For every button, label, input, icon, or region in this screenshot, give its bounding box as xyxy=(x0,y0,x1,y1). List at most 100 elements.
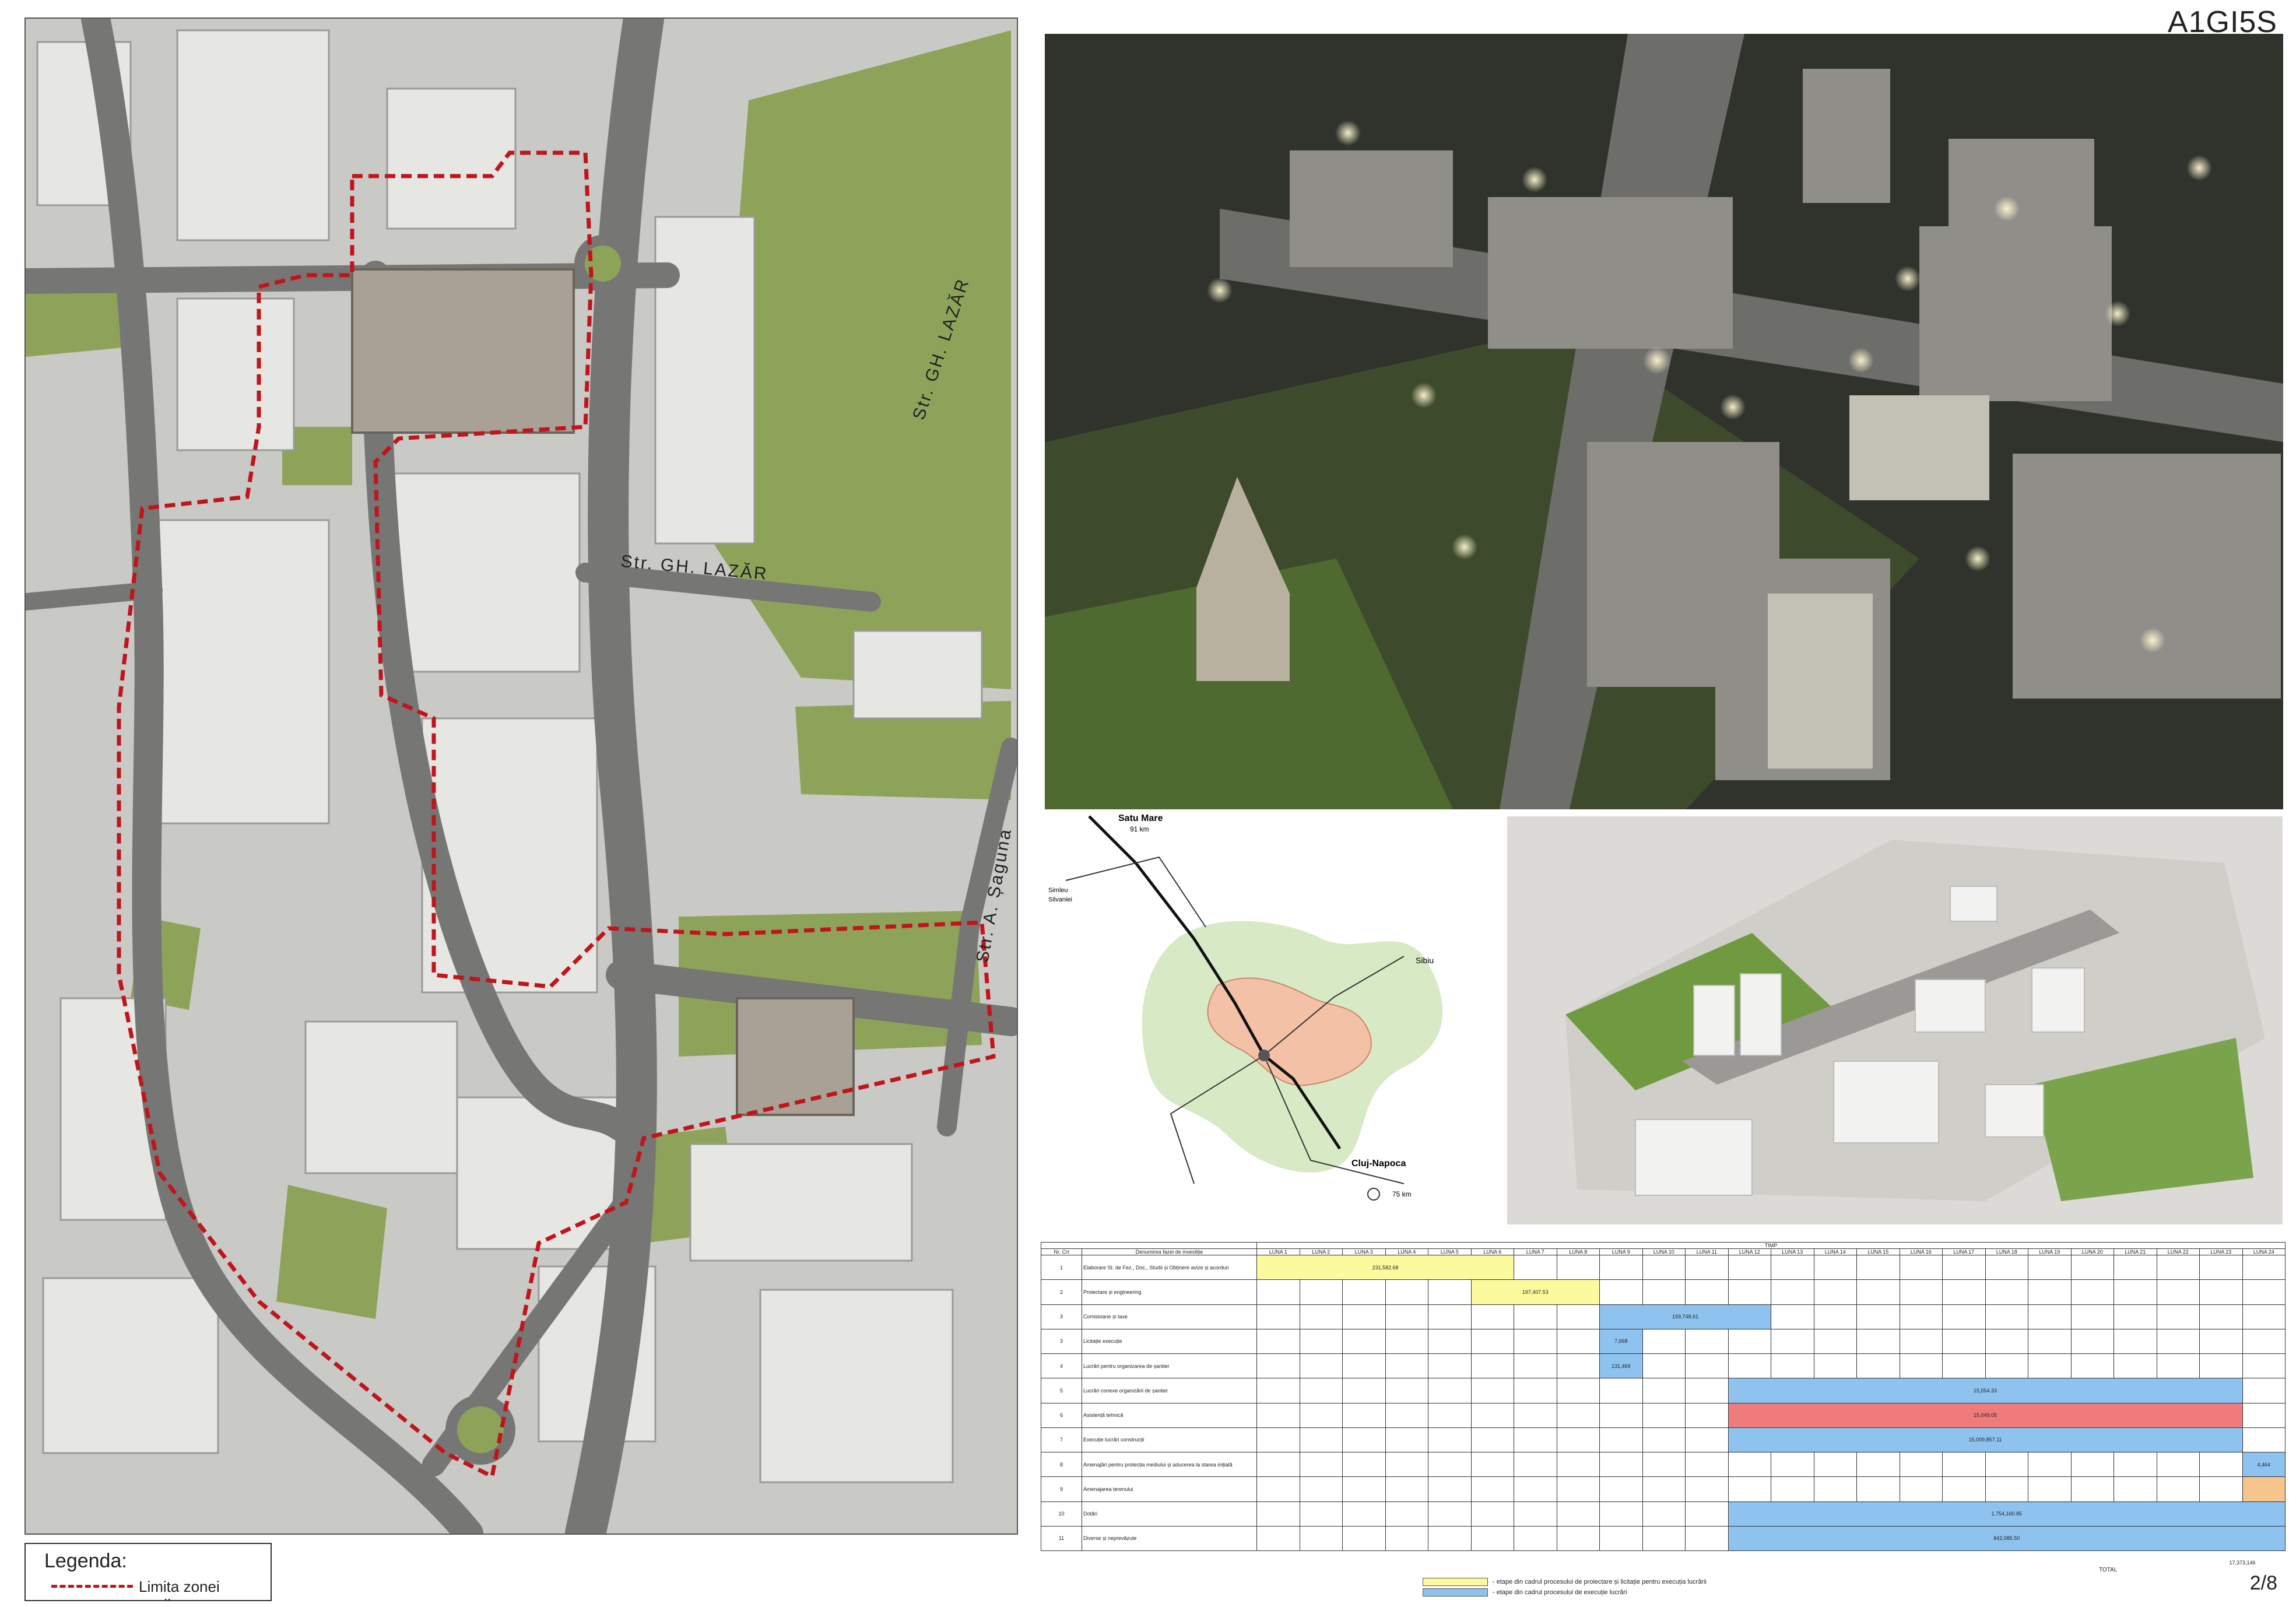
gantt-month-22: LUNA 22 xyxy=(2156,1248,2200,1255)
gantt-cell xyxy=(1899,1353,1943,1379)
gantt-cell xyxy=(1299,1279,1343,1305)
gantt-cell xyxy=(1299,1353,1343,1379)
gantt-cell xyxy=(1942,1353,1986,1379)
gantt-cell xyxy=(1642,1353,1686,1379)
gantt-cell xyxy=(1728,1328,1771,1355)
gantt-month-24: LUNA 24 xyxy=(2242,1248,2286,1255)
gantt-cell xyxy=(1642,1427,1686,1453)
gantt-cell xyxy=(2242,1378,2286,1404)
gantt-cell xyxy=(2114,1328,2157,1355)
gantt-cell xyxy=(1985,1328,2028,1355)
gantt-cell xyxy=(1685,1328,1729,1355)
gantt-cell xyxy=(1470,1402,1514,1428)
night-aerial-render xyxy=(1045,34,2283,809)
gantt-cell xyxy=(1556,1353,1600,1379)
gantt-cell xyxy=(1856,1328,1900,1355)
gantt-cell xyxy=(1514,1525,1557,1552)
gantt-cell xyxy=(1728,1353,1771,1379)
gantt-cell xyxy=(1299,1378,1343,1404)
gantt-cell xyxy=(2242,1402,2286,1428)
gantt-cell xyxy=(1856,1353,1900,1379)
gantt-cell xyxy=(1342,1525,1386,1552)
gantt-row: 10 Dotări 1,754,160.85 xyxy=(1041,1501,2286,1527)
site-plan: Str. GH. LAZĂR Str. GH. LAZĂR Str. A. Șa… xyxy=(24,17,1018,1535)
gantt-cell xyxy=(1771,1451,1814,1478)
gantt-month-5: LUNA 5 xyxy=(1428,1248,1472,1255)
gantt-total-value: 17,373,146 xyxy=(2229,1560,2256,1566)
inset-label-sibiu: Sibiu xyxy=(1416,956,1434,965)
gantt-month-1: LUNA 1 xyxy=(1256,1248,1300,1255)
gantt-cell xyxy=(1813,1304,1857,1329)
gantt-cell xyxy=(1385,1353,1428,1379)
regional-inset-map: Satu Mare 91 km Sibiu Cluj-Napoca 75 km … xyxy=(1042,810,1486,1224)
gantt-row: 3 Comisioane și taxe 159,748.61 xyxy=(1041,1304,2286,1329)
gantt-month-17: LUNA 17 xyxy=(1942,1248,1986,1255)
gantt-cell xyxy=(1556,1254,1600,1280)
roundabout xyxy=(445,1395,515,1465)
gantt-cell xyxy=(1428,1476,1472,1502)
gantt-cell xyxy=(1428,1279,1472,1305)
gantt-cell xyxy=(1685,1501,1729,1527)
gantt-cell xyxy=(1942,1304,1986,1329)
gantt-cell xyxy=(1942,1451,1986,1478)
gantt-cell xyxy=(1470,1328,1514,1355)
gantt-row-name: Asistență tehnică xyxy=(1082,1402,1257,1428)
gantt-bar: 159,748.61 xyxy=(1599,1304,1771,1329)
gantt-cell xyxy=(2070,1451,2114,1478)
gantt-cell xyxy=(1428,1402,1472,1428)
gantt-cell xyxy=(1685,1254,1729,1280)
gantt-cell xyxy=(2199,1328,2243,1355)
gantt-bar: 15,009,857.11 xyxy=(1728,1427,2243,1453)
investment-schedule-table: TIMP Nr. Crt Denumirea fazei de investiț… xyxy=(1041,1242,2286,1574)
gantt-cell xyxy=(1813,1254,1857,1280)
gantt-month-15: LUNA 15 xyxy=(1856,1248,1900,1255)
gantt-month-header: Nr. Crt Denumirea fazei de investiție LU… xyxy=(1041,1248,2286,1255)
gantt-cell xyxy=(1342,1378,1386,1404)
gantt-timp-label: TIMP xyxy=(1256,1242,2286,1249)
gantt-row-nr: 8 xyxy=(1041,1451,1082,1478)
inset-label-75km: 75 km xyxy=(1392,1190,1412,1198)
gantt-cell xyxy=(1428,1328,1472,1355)
gantt-cell xyxy=(1299,1328,1343,1355)
gantt-cell xyxy=(1256,1476,1300,1502)
gantt-row-nr: 6 xyxy=(1041,1402,1082,1428)
gantt-cell xyxy=(1985,1353,2028,1379)
gantt-cell xyxy=(1599,1451,1643,1478)
gantt-cell xyxy=(1599,1378,1643,1404)
gantt-cell xyxy=(1556,1476,1600,1502)
gantt-cell xyxy=(1385,1427,1428,1453)
gantt-cell xyxy=(2242,1427,2286,1453)
gantt-cell xyxy=(1942,1328,1986,1355)
gantt-row-name: Elaborare St. de Fez., Doc., Studii și O… xyxy=(1082,1254,1257,1280)
map-legend: Legenda: Limita zonei studiate xyxy=(24,1543,272,1601)
legend-title: Legenda: xyxy=(44,1550,127,1572)
gantt-cell xyxy=(1856,1476,1900,1502)
gantt-month-10: LUNA 10 xyxy=(1642,1248,1686,1255)
gantt-cell xyxy=(2199,1254,2243,1280)
gantt-cell xyxy=(1856,1279,1900,1305)
gantt-cell xyxy=(1299,1501,1343,1527)
gantt-cell xyxy=(1856,1451,1900,1478)
gantt-cell xyxy=(2156,1328,2200,1355)
gantt-cell xyxy=(1685,1353,1729,1379)
gantt-row-name: Lucrări conexe organizării de șantier xyxy=(1082,1378,1257,1404)
gantt-cell xyxy=(2156,1254,2200,1280)
gantt-cell xyxy=(1470,1501,1514,1527)
gantt-cell xyxy=(1514,1304,1557,1329)
gantt-month-13: LUNA 13 xyxy=(1771,1248,1814,1255)
gantt-cell xyxy=(1556,1378,1600,1404)
inset-side-label-1: Simleu xyxy=(1048,887,1068,894)
gantt-cell xyxy=(2070,1279,2114,1305)
gantt-row-nr: 5 xyxy=(1041,1378,1082,1404)
gantt-cell xyxy=(1985,1304,2028,1329)
gantt-cell xyxy=(1256,1451,1300,1478)
gantt-cell xyxy=(1470,1304,1514,1329)
gantt-cell xyxy=(2156,1353,2200,1379)
gantt-row: 4 Lucrări pentru organizarea de șantier 13… xyxy=(1041,1353,2286,1379)
gantt-cell xyxy=(1428,1525,1472,1552)
inset-side-label-2: Silvaniei xyxy=(1048,896,1072,903)
gantt-cell xyxy=(1514,1476,1557,1502)
legend-label-design: - etape din cadrul procesului de proiect… xyxy=(1493,1578,1707,1585)
gantt-row-nr: 3 xyxy=(1041,1328,1082,1355)
gantt-cell xyxy=(1256,1378,1300,1404)
